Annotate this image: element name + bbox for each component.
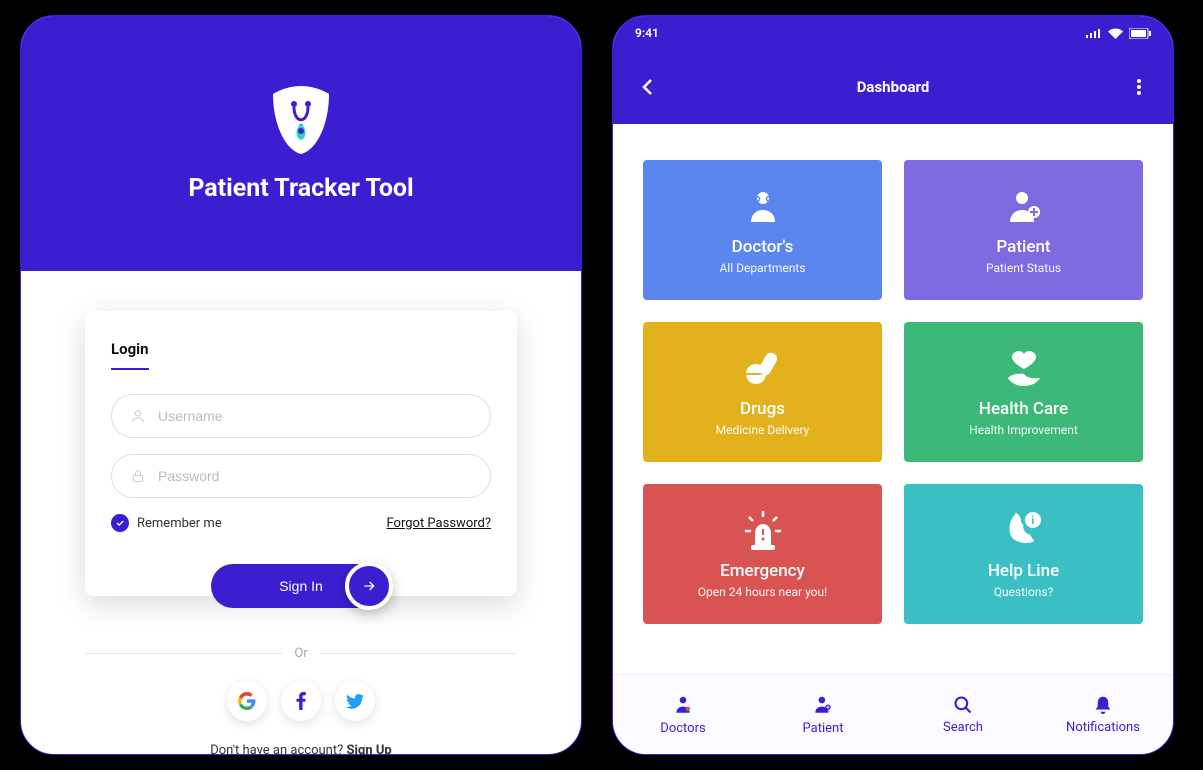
tile-drugs[interactable]: Drugs Medicine Delivery (643, 322, 882, 462)
tile-subtitle: Patient Status (986, 261, 1061, 275)
check-icon (111, 514, 129, 532)
dashboard-screen: 9:41 Dashboard Doctor's All Departments (612, 15, 1174, 755)
battery-icon (1129, 28, 1151, 39)
bottomnav-label: Doctors (660, 721, 705, 736)
twitter-icon (346, 694, 364, 709)
patient-icon (812, 694, 834, 716)
password-input[interactable] (158, 468, 472, 484)
arrow-right-icon (345, 562, 393, 610)
menu-button[interactable] (1127, 79, 1151, 95)
or-label: Or (282, 646, 319, 661)
doctor-icon (743, 185, 783, 227)
signin-label: Sign In (279, 578, 323, 594)
tile-subtitle: Questions? (994, 585, 1054, 599)
search-icon (953, 695, 973, 715)
user-icon (130, 408, 146, 424)
bottomnav-patient[interactable]: Patient (753, 694, 893, 736)
login-tab[interactable]: Login (111, 340, 149, 370)
login-hero: Patient Tracker Tool (21, 16, 581, 271)
bottomnav-label: Notifications (1066, 720, 1140, 735)
app-logo-icon (267, 84, 335, 156)
username-field[interactable] (111, 394, 491, 438)
status-bar: 9:41 (613, 16, 1173, 50)
tile-title: Doctor's (732, 237, 794, 257)
healthcare-icon (1002, 347, 1046, 389)
tile-emergency[interactable]: Emergency Open 24 hours near you! (643, 484, 882, 624)
bottomnav-label: Patient (803, 721, 844, 736)
bell-icon (1094, 695, 1112, 715)
tile-healthcare[interactable]: Health Care Health Improvement (904, 322, 1143, 462)
remember-label: Remember me (137, 516, 222, 531)
status-time: 9:41 (635, 26, 659, 40)
username-input[interactable] (158, 408, 472, 424)
signal-icon (1086, 28, 1102, 38)
login-card: Login Remember me Forgot Password? Sign … (85, 311, 517, 596)
tile-subtitle: Health Improvement (969, 423, 1078, 437)
tile-doctors[interactable]: Doctor's All Departments (643, 160, 882, 300)
login-screen: Patient Tracker Tool Login Remember me F… (20, 15, 582, 755)
emergency-icon (741, 509, 785, 551)
nav-bar: Dashboard (613, 50, 1173, 124)
doctor-icon (672, 694, 694, 716)
signup-prompt: Don't have an account? (210, 743, 346, 755)
nav-title: Dashboard (857, 78, 930, 96)
wifi-icon (1108, 28, 1123, 39)
google-icon (238, 692, 256, 710)
forgot-password-link[interactable]: Forgot Password? (386, 516, 491, 531)
bottomnav-label: Search (943, 720, 983, 735)
tile-subtitle: All Departments (719, 261, 805, 275)
more-vert-icon (1137, 79, 1141, 95)
bottom-nav: Doctors Patient Search Notifications (613, 674, 1173, 754)
chevron-left-icon (642, 79, 652, 95)
tile-title: Patient (996, 237, 1050, 257)
tile-helpline[interactable]: i Help Line Questions? (904, 484, 1143, 624)
bottomnav-notifications[interactable]: Notifications (1033, 695, 1173, 735)
facebook-login-button[interactable] (281, 681, 321, 721)
tile-title: Drugs (740, 399, 785, 419)
bottomnav-doctors[interactable]: Doctors (613, 694, 753, 736)
google-login-button[interactable] (227, 681, 267, 721)
svg-text:i: i (1031, 514, 1034, 527)
app-title: Patient Tracker Tool (188, 174, 413, 203)
tile-title: Emergency (720, 561, 805, 581)
tile-title: Health Care (979, 399, 1068, 419)
helpline-icon: i (1003, 509, 1045, 551)
dashboard-grid: Doctor's All Departments Patient Patient… (613, 124, 1173, 648)
lock-icon (130, 468, 146, 484)
signup-link[interactable]: Sign Up (346, 743, 391, 755)
tile-subtitle: Open 24 hours near you! (698, 585, 827, 599)
signin-button[interactable]: Sign In (211, 564, 391, 608)
facebook-icon (296, 692, 306, 710)
social-login-row (21, 681, 581, 721)
remember-row: Remember me Forgot Password? (111, 514, 491, 532)
pills-icon (742, 347, 784, 389)
remember-me-toggle[interactable]: Remember me (111, 514, 222, 532)
tile-title: Help Line (988, 561, 1059, 581)
back-button[interactable] (635, 79, 659, 95)
twitter-login-button[interactable] (335, 681, 375, 721)
status-icons (1086, 28, 1151, 39)
or-divider: Or (85, 646, 517, 661)
tile-subtitle: Medicine Delivery (716, 423, 810, 437)
tile-patient[interactable]: Patient Patient Status (904, 160, 1143, 300)
password-field[interactable] (111, 454, 491, 498)
signup-row: Don't have an account? Sign Up (21, 743, 581, 755)
patient-icon (1004, 185, 1044, 227)
bottomnav-search[interactable]: Search (893, 695, 1033, 735)
